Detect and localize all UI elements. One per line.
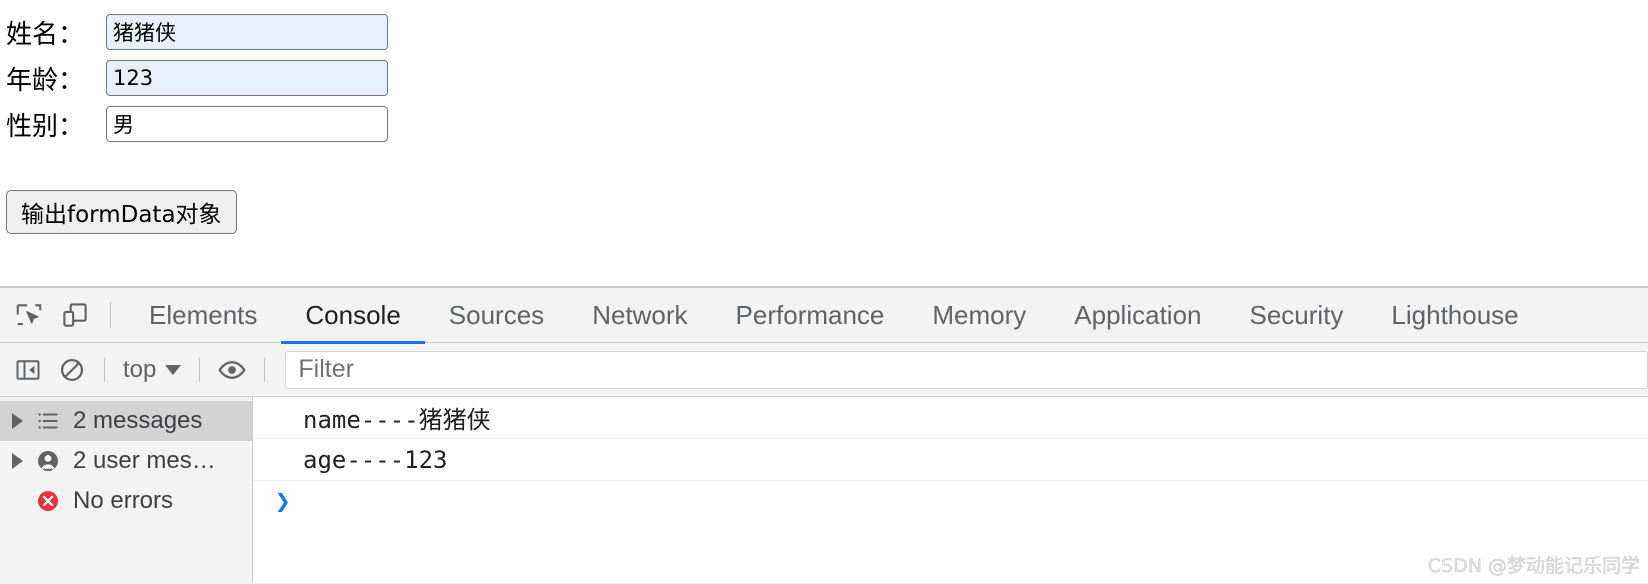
tab-elements[interactable]: Elements: [125, 288, 281, 343]
console-context-selector[interactable]: top: [115, 353, 189, 387]
web-page-content: 姓名： 年龄： 性别： 输出formData对象: [0, 0, 1648, 287]
console-toolbar-separator-3: [264, 358, 265, 382]
tab-network[interactable]: Network: [568, 288, 711, 343]
devtools-panel: Elements Console Sources Network Perform…: [0, 287, 1648, 584]
console-message: age----123: [253, 439, 1648, 481]
inspect-element-icon[interactable]: [6, 292, 52, 338]
prompt-chevron-icon: ❯: [275, 487, 291, 517]
console-toolbar-separator-2: [199, 358, 200, 382]
device-toolbar-icon[interactable]: [52, 292, 98, 338]
tab-performance[interactable]: Performance: [712, 288, 909, 343]
console-message: name----猪猪侠: [253, 397, 1648, 439]
console-filter-input[interactable]: Filter: [285, 351, 1648, 389]
expand-triangle-icon[interactable]: [12, 453, 23, 469]
sidebar-item-user-messages[interactable]: 2 user mes…: [0, 441, 252, 481]
console-toolbar: top Filter: [0, 343, 1648, 397]
demo-form: 姓名： 年龄： 性别：: [6, 9, 388, 147]
show-console-sidebar-icon[interactable]: [6, 348, 50, 392]
error-icon: [33, 488, 63, 514]
user-icon: [33, 448, 63, 474]
tab-console[interactable]: Console: [281, 288, 424, 343]
sidebar-item-messages[interactable]: 2 messages: [0, 401, 252, 441]
expand-triangle-icon[interactable]: [12, 413, 23, 429]
console-input-prompt[interactable]: ❯: [253, 481, 1648, 523]
console-body: 2 messages 2 user mes…: [0, 397, 1648, 583]
label-age: 年龄：: [6, 60, 106, 97]
sidebar-errors-label: No errors: [73, 487, 173, 515]
list-icon: [33, 408, 63, 434]
tab-sources[interactable]: Sources: [425, 288, 568, 343]
tab-lighthouse[interactable]: Lighthouse: [1367, 288, 1542, 343]
sidebar-item-errors[interactable]: No errors: [0, 481, 252, 521]
devtools-tabbar: Elements Console Sources Network Perform…: [0, 288, 1648, 343]
live-expression-icon[interactable]: [210, 348, 254, 392]
form-row-name: 姓名：: [6, 9, 388, 55]
label-gender: 性别：: [6, 106, 106, 143]
tab-application[interactable]: Application: [1050, 288, 1225, 343]
form-row-age: 年龄：: [6, 55, 388, 101]
sidebar-messages-label: 2 messages: [73, 407, 202, 435]
console-filter-placeholder: Filter: [298, 355, 354, 384]
output-formdata-button[interactable]: 输出formData对象: [6, 190, 237, 234]
form-row-gender: 性别：: [6, 101, 388, 147]
name-input[interactable]: [106, 14, 388, 50]
sidebar-user-messages-label: 2 user mes…: [73, 447, 216, 475]
devtools-tab-list: Elements Console Sources Network Perform…: [125, 288, 1543, 343]
tab-security[interactable]: Security: [1226, 288, 1368, 343]
chevron-down-icon: [165, 365, 181, 375]
toolbar-separator: [110, 302, 111, 328]
screenshot-root: 姓名： 年龄： 性别： 输出formData对象: [0, 0, 1648, 584]
console-message-list: name----猪猪侠 age----123 ❯: [253, 397, 1648, 583]
console-toolbar-separator-1: [104, 358, 105, 382]
console-context-label: top: [123, 356, 156, 384]
age-input[interactable]: [106, 60, 388, 96]
label-name: 姓名：: [6, 14, 106, 51]
clear-console-icon[interactable]: [50, 348, 94, 392]
tab-memory[interactable]: Memory: [908, 288, 1050, 343]
console-sidebar: 2 messages 2 user mes…: [0, 397, 253, 583]
gender-input[interactable]: [106, 106, 388, 142]
